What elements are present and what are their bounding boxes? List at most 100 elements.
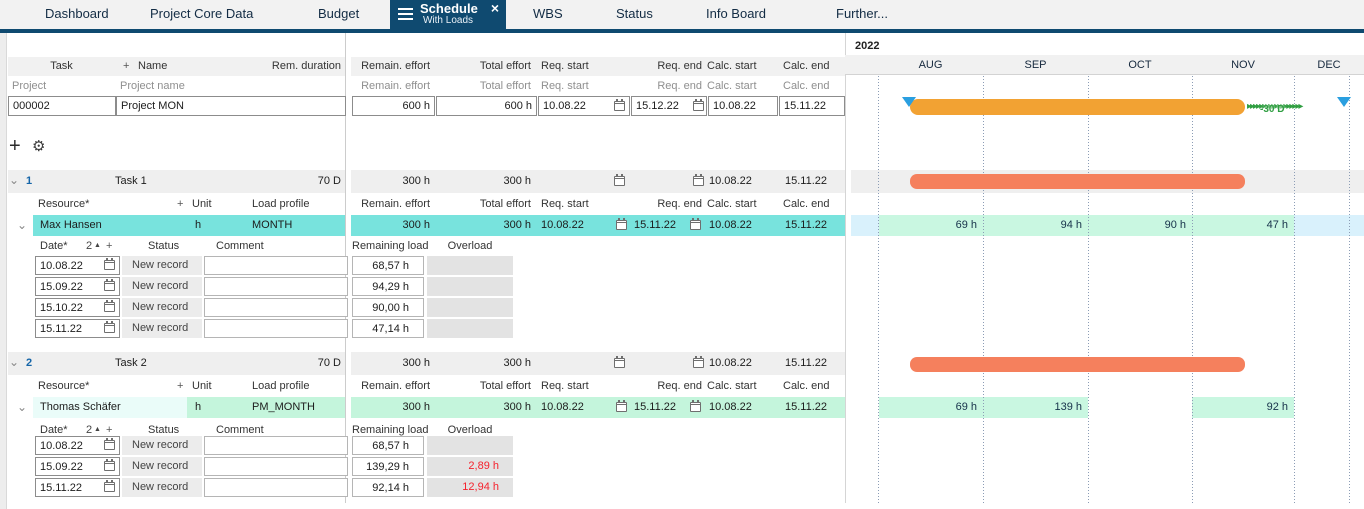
resource1-name[interactable]: Max Hansen: [40, 215, 102, 236]
task1-name[interactable]: Task 1: [115, 170, 147, 193]
tab-info-board[interactable]: Info Board: [706, 0, 766, 29]
record-status-cell[interactable]: New record: [122, 457, 202, 476]
col-header-rem-effort[interactable]: Remain. effort: [355, 57, 430, 76]
calendar-icon[interactable]: [690, 220, 701, 230]
close-icon[interactable]: ×: [491, 0, 499, 16]
task1-number[interactable]: 1: [26, 170, 32, 193]
resource1-req-end[interactable]: 15.11.22: [634, 215, 676, 236]
resource2-req-end[interactable]: 15.11.22: [634, 397, 676, 418]
record-remaining-load-cell[interactable]: 90,00 h: [352, 298, 424, 317]
record-remaining-load-cell[interactable]: 92,14 h: [352, 478, 424, 497]
record-comment-cell[interactable]: [204, 457, 348, 476]
project-id-cell[interactable]: 000002: [8, 96, 116, 116]
task2-number[interactable]: 2: [26, 352, 32, 375]
task1-rem-duration[interactable]: 70 D: [280, 170, 341, 193]
collapse-task2-icon[interactable]: ⌄: [9, 356, 19, 368]
record-comment-cell[interactable]: [204, 298, 348, 317]
record-remaining-load-cell[interactable]: 139,29 h: [352, 457, 424, 476]
tab-schedule[interactable]: Schedule × With Loads: [390, 0, 506, 29]
col-header-task[interactable]: Task: [8, 57, 115, 76]
col-header-total-effort[interactable]: Total effort: [455, 57, 531, 76]
resource2-load-profile[interactable]: PM_MONTH: [252, 397, 315, 418]
tab-wbs[interactable]: WBS: [533, 0, 563, 29]
calendar-icon[interactable]: [104, 440, 115, 450]
project-gantt-bar[interactable]: [910, 99, 1245, 115]
record-remaining-load-cell[interactable]: 68,57 h: [352, 436, 424, 455]
calendar-icon[interactable]: [690, 402, 701, 412]
collapse-resource1-icon[interactable]: ⌄: [17, 219, 27, 231]
add-resource-button[interactable]: +: [177, 194, 183, 214]
record-comment-cell[interactable]: [204, 319, 348, 338]
record-status-cell[interactable]: New record: [122, 319, 202, 338]
col-header-req-start[interactable]: Req. start: [541, 57, 589, 76]
tab-status[interactable]: Status: [616, 0, 653, 29]
calendar-icon[interactable]: [104, 461, 115, 471]
calendar-icon[interactable]: [693, 101, 704, 111]
add-resource-button[interactable]: +: [177, 376, 183, 396]
col-header-rem-duration[interactable]: Rem. duration: [240, 57, 341, 76]
table-gantt-divider: [845, 33, 851, 503]
menu-icon[interactable]: [398, 8, 413, 10]
collapse-resource2-icon[interactable]: ⌄: [17, 401, 27, 413]
add-column-button[interactable]: +: [123, 57, 129, 76]
tab-further[interactable]: Further...: [836, 0, 888, 29]
record-status-cell[interactable]: New record: [122, 277, 202, 296]
req-start-marker[interactable]: [902, 97, 916, 107]
task2-rem-duration[interactable]: 70 D: [280, 352, 341, 375]
calendar-icon[interactable]: [614, 358, 625, 368]
record-remaining-load-cell[interactable]: 68,57 h: [352, 256, 424, 275]
col-header-req-end[interactable]: Req. end: [630, 57, 702, 76]
month-gridline: [1349, 76, 1350, 503]
task2-name[interactable]: Task 2: [115, 352, 147, 375]
record-status-cell[interactable]: New record: [122, 256, 202, 275]
settings-gear-icon[interactable]: ⚙: [32, 137, 45, 157]
task2-gantt-bar[interactable]: [910, 357, 1245, 372]
tab-project-core-data[interactable]: Project Core Data: [150, 0, 253, 29]
calendar-icon[interactable]: [104, 323, 115, 333]
calendar-icon[interactable]: [693, 358, 704, 368]
calendar-icon[interactable]: [616, 220, 627, 230]
record-comment-cell[interactable]: [204, 256, 348, 275]
record-status-cell[interactable]: New record: [122, 478, 202, 497]
add-task-button[interactable]: +: [9, 134, 21, 158]
calendar-icon[interactable]: [693, 176, 704, 186]
collapse-task1-icon[interactable]: ⌄: [9, 174, 19, 186]
record-remaining-load-cell[interactable]: 94,29 h: [352, 277, 424, 296]
sort-order-badge[interactable]: 2: [86, 236, 92, 256]
col-header-name[interactable]: Name: [138, 57, 167, 76]
col-header-calc-start[interactable]: Calc. start: [707, 57, 757, 76]
sort-asc-icon[interactable]: ▲: [94, 239, 101, 253]
resource1-unit[interactable]: h: [195, 215, 201, 236]
project-total-effort-cell[interactable]: 600 h: [436, 96, 537, 116]
project-rem-effort-cell[interactable]: 600 h: [352, 96, 435, 116]
project-calc-end-cell[interactable]: 15.11.22: [779, 96, 845, 116]
req-end-marker[interactable]: [1337, 97, 1351, 107]
record-status-cell[interactable]: New record: [122, 298, 202, 317]
project-name-cell[interactable]: Project MON: [116, 96, 346, 116]
col-header-calc-end[interactable]: Calc. end: [783, 57, 829, 76]
task1-gantt-bar[interactable]: [910, 174, 1245, 189]
record-comment-cell[interactable]: [204, 478, 348, 497]
resource2-req-start[interactable]: 10.08.22: [541, 397, 584, 418]
resource1-load-profile[interactable]: MONTH: [252, 215, 292, 236]
project-calc-start-cell[interactable]: 10.08.22: [708, 96, 778, 116]
add-record-button[interactable]: +: [106, 236, 112, 256]
record-comment-cell[interactable]: [204, 436, 348, 455]
calendar-icon[interactable]: [616, 402, 627, 412]
record-comment-cell[interactable]: [204, 277, 348, 296]
calendar-icon[interactable]: [104, 260, 115, 270]
calendar-icon[interactable]: [104, 302, 115, 312]
resource1-req-start[interactable]: 10.08.22: [541, 215, 584, 236]
resource-req-end-header: Req. end: [630, 376, 702, 396]
tab-budget[interactable]: Budget: [318, 0, 359, 29]
calendar-icon[interactable]: [614, 101, 625, 111]
sort-asc-icon[interactable]: ▲: [94, 423, 101, 437]
record-remaining-load-cell[interactable]: 47,14 h: [352, 319, 424, 338]
calendar-icon[interactable]: [104, 482, 115, 492]
resource2-unit[interactable]: h: [195, 397, 201, 418]
resource2-name[interactable]: Thomas Schäfer: [40, 397, 121, 418]
calendar-icon[interactable]: [614, 176, 625, 186]
calendar-icon[interactable]: [104, 281, 115, 291]
record-status-cell[interactable]: New record: [122, 436, 202, 455]
tab-dashboard[interactable]: Dashboard: [45, 0, 109, 29]
